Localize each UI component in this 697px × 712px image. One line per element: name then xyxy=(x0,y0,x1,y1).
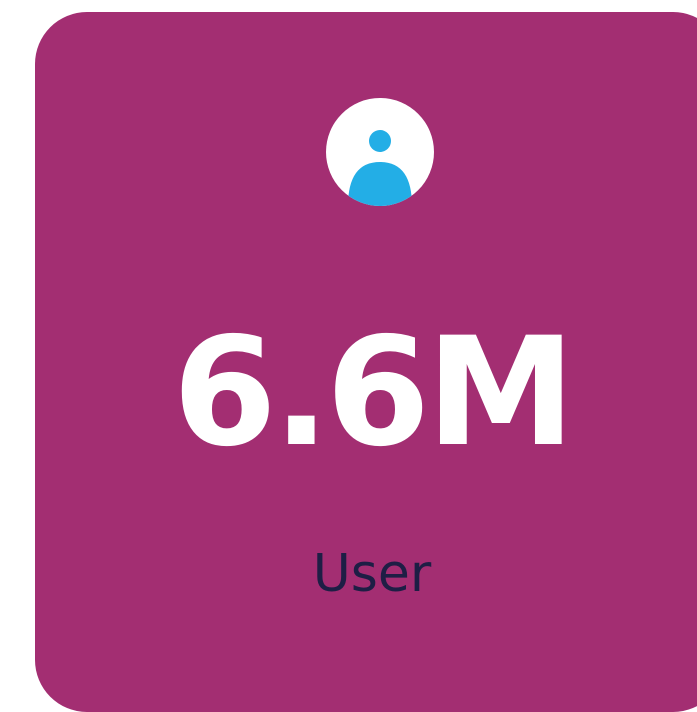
stat-value: 6.6M xyxy=(172,306,576,480)
stat-label: User xyxy=(312,544,432,604)
user-icon-graphic xyxy=(348,130,412,206)
user-icon xyxy=(326,98,434,206)
